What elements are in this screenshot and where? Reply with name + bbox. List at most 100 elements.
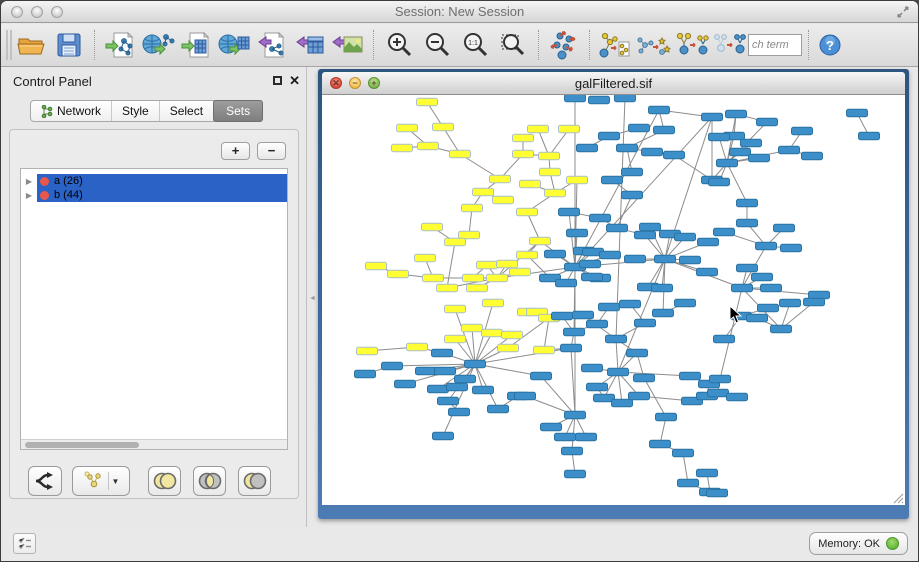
graph-node[interactable] — [366, 262, 387, 270]
list-item[interactable]: ▶ a (26) — [21, 174, 287, 188]
graph-node[interactable] — [607, 224, 628, 232]
graph-node[interactable] — [809, 291, 830, 299]
tab-sets[interactable]: Sets — [213, 100, 263, 122]
graph-node[interactable] — [590, 214, 611, 222]
graph-node[interactable] — [455, 375, 476, 383]
graph-node[interactable] — [709, 133, 730, 141]
graph-node[interactable] — [459, 231, 480, 239]
graph-node[interactable] — [587, 383, 608, 391]
graph-node[interactable] — [710, 375, 731, 383]
graph-node[interactable] — [680, 256, 701, 264]
graph-node[interactable] — [698, 238, 719, 246]
graph-node[interactable] — [559, 125, 580, 133]
graph-edge[interactable] — [475, 348, 571, 364]
difference-button[interactable] — [238, 466, 271, 496]
graph-node[interactable] — [545, 250, 566, 258]
graph-node[interactable] — [859, 132, 880, 140]
import-table-file-button[interactable] — [177, 27, 215, 63]
graph-node[interactable] — [498, 344, 519, 352]
graph-node[interactable] — [520, 180, 541, 188]
graph-node[interactable] — [599, 303, 620, 311]
graph-node[interactable] — [675, 233, 696, 241]
graph-node[interactable] — [650, 440, 671, 448]
graph-node[interactable] — [697, 268, 718, 276]
graph-edge[interactable] — [720, 288, 742, 379]
graph-node[interactable] — [678, 479, 699, 487]
graph-node[interactable] — [517, 208, 538, 216]
graph-edge[interactable] — [571, 348, 575, 415]
graph-node[interactable] — [530, 237, 551, 245]
graph-node[interactable] — [642, 148, 663, 156]
memory-status-button[interactable]: Memory: OK — [809, 532, 908, 555]
graph-node[interactable] — [737, 264, 758, 272]
collapse-arrow-icon[interactable]: ◄ — [309, 295, 316, 302]
graph-node[interactable] — [447, 383, 468, 391]
graph-node[interactable] — [435, 367, 456, 375]
graph-edge[interactable] — [569, 212, 575, 267]
graph-node[interactable] — [541, 423, 562, 431]
split-set-button[interactable] — [28, 466, 62, 496]
graph-node[interactable] — [649, 106, 670, 114]
graph-node[interactable] — [737, 199, 758, 207]
graph-node[interactable] — [465, 360, 486, 368]
graph-node[interactable] — [726, 110, 747, 118]
zoom-actual-size-button[interactable]: 1:1 — [456, 27, 494, 63]
graph-node[interactable] — [515, 392, 536, 400]
graph-node[interactable] — [629, 392, 650, 400]
panel-splitter[interactable]: ◄ — [307, 67, 318, 529]
graph-node[interactable] — [587, 320, 608, 328]
graph-node[interactable] — [562, 447, 583, 455]
graph-node[interactable] — [606, 335, 627, 343]
graph-node[interactable] — [564, 328, 585, 336]
graph-node[interactable] — [615, 95, 636, 102]
graph-node[interactable] — [482, 329, 503, 337]
graph-node[interactable] — [625, 255, 646, 263]
graph-node[interactable] — [747, 314, 768, 322]
graph-node[interactable] — [708, 389, 729, 397]
graph-node[interactable] — [488, 405, 509, 413]
graph-node[interactable] — [531, 372, 552, 380]
graph-node[interactable] — [634, 374, 655, 382]
graph-node[interactable] — [580, 260, 601, 268]
graph-node[interactable] — [539, 152, 560, 160]
graph-node[interactable] — [757, 118, 778, 126]
graph-node[interactable] — [680, 372, 701, 380]
graph-node[interactable] — [653, 309, 674, 317]
network-frame[interactable]: ✕ − + galFiltered.sif — [318, 69, 909, 519]
graph-node[interactable] — [714, 228, 735, 236]
graph-node[interactable] — [477, 261, 498, 269]
resize-grip-icon[interactable] — [892, 492, 904, 504]
graph-node[interactable] — [423, 274, 444, 282]
graph-node[interactable] — [779, 146, 800, 154]
tab-style[interactable]: Style — [112, 101, 160, 121]
scrollbar-thumb[interactable] — [25, 442, 139, 448]
graph-node[interactable] — [517, 251, 538, 259]
graph-node[interactable] — [599, 132, 620, 140]
graph-node[interactable] — [418, 142, 439, 150]
graph-node[interactable] — [534, 346, 555, 354]
graph-node[interactable] — [555, 433, 576, 441]
graph-node[interactable] — [577, 144, 598, 152]
graph-node[interactable] — [640, 223, 661, 231]
graph-node[interactable] — [702, 113, 723, 121]
add-set-button[interactable]: + — [221, 142, 250, 160]
graph-node[interactable] — [450, 150, 471, 158]
graph-node[interactable] — [573, 311, 594, 319]
export-network-button[interactable] — [253, 27, 291, 63]
graph-node[interactable] — [417, 98, 438, 106]
float-panel-button[interactable] — [273, 76, 282, 85]
graph-node[interactable] — [388, 270, 409, 278]
graph-node[interactable] — [432, 349, 453, 357]
fullscreen-icon[interactable] — [896, 5, 910, 24]
graph-node[interactable] — [589, 96, 610, 104]
open-session-button[interactable] — [12, 27, 50, 63]
expander-icon[interactable]: ▶ — [21, 177, 37, 186]
graph-node[interactable] — [752, 273, 773, 281]
graph-node[interactable] — [445, 305, 466, 313]
graph-node[interactable] — [741, 139, 762, 147]
graph-node[interactable] — [513, 150, 534, 158]
graph-node[interactable] — [608, 368, 629, 376]
horizontal-scrollbar[interactable] — [21, 439, 287, 449]
close-panel-button[interactable]: ✕ — [289, 73, 300, 89]
graph-node[interactable] — [792, 127, 813, 135]
